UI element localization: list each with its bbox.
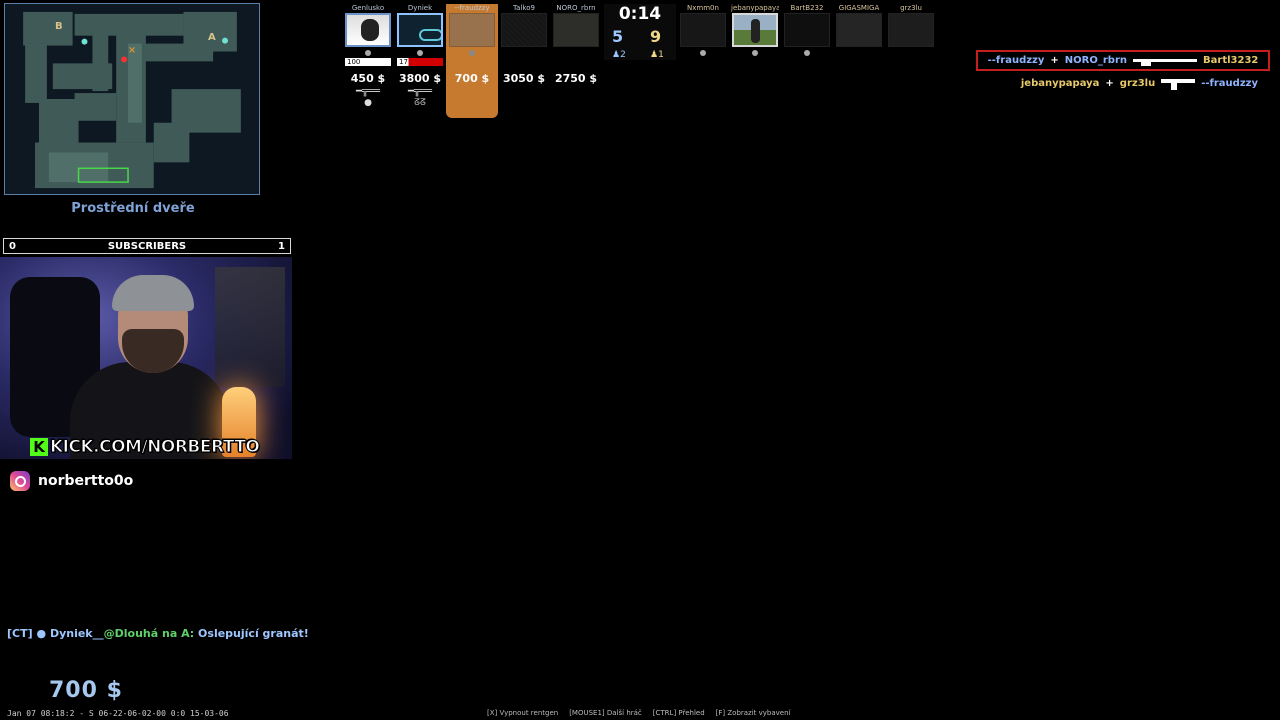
subscribers-label: SUBSCRIBERS [107, 240, 187, 252]
ct-player-slot[interactable]: Talko9 3050 $ [500, 4, 548, 85]
killfeed-plus: + [1050, 55, 1059, 66]
player-avatar [732, 13, 778, 47]
ct-player-slot[interactable]: --fraudzzy 700 $ [448, 4, 496, 85]
player-status-dot [752, 50, 758, 56]
killfeed-killer: --fraudzzy [987, 55, 1045, 66]
streamer-cap [112, 275, 194, 311]
player-name: NORO_rbrn [556, 4, 596, 12]
radar-minimap: ✕ B A [4, 3, 260, 195]
killfeed-assist: grz3lu [1119, 77, 1156, 89]
player-name: Talko9 [513, 4, 535, 12]
player-name: Nxmm0n [687, 4, 719, 12]
hint-next-player: [MOUSE1] Další hráč [569, 709, 642, 717]
chat-team-tag: [CT] [7, 627, 33, 640]
chat-message: Oslepující granát! [198, 627, 309, 640]
spectator-hints: [X] Vypnout rentgen [MOUSE1] Další hráč … [487, 709, 791, 717]
kick-banner: K KICK.COM/NORBERTTO [30, 436, 260, 458]
killfeed-victim: --fraudzzy [1201, 77, 1258, 89]
hint-show-equipment: [F] Zobrazit vybavení [715, 709, 791, 717]
round-timer: 0:14 [618, 4, 662, 24]
instagram-handle-row: norbertto0o [10, 471, 133, 491]
killfeed-entry: jebanypapaya + grz3lu --fraudzzy [1016, 74, 1270, 92]
player-name: Genlusko [351, 4, 385, 12]
killfeed-entry: --fraudzzy + NORO_rbrn Bartl3232 [976, 50, 1270, 71]
rifle-icon [1133, 56, 1198, 66]
rifle-icon: ━╦══ [355, 86, 381, 97]
player-avatar [345, 13, 391, 47]
kick-logo-icon: K [30, 438, 48, 456]
t-player-slot[interactable]: GIGASMIGA [835, 4, 883, 47]
chat-player: Dyniek__ [49, 627, 104, 640]
radar-map-graphic: ✕ [5, 4, 259, 194]
ct-score: 5 [612, 27, 624, 46]
player-money: 3050 $ [502, 72, 546, 85]
player-money: 450 $ [350, 72, 386, 85]
svg-text:✕: ✕ [128, 45, 136, 56]
t-score: 9 [650, 27, 662, 46]
player-status-dot [700, 50, 706, 56]
player-avatar [397, 13, 443, 47]
radar-location-label: Prostřední dveře [71, 201, 195, 216]
player-status-dot [469, 50, 475, 56]
player-name: Dyniek [407, 4, 433, 12]
hint-overview: [CTRL] Přehled [652, 709, 705, 717]
defuse-kit-icon: ᘔᘔ [414, 98, 426, 108]
player-name: grz3lu [900, 4, 922, 12]
killfeed-plus: + [1105, 77, 1114, 89]
t-player-slot[interactable]: Nxmm0n [679, 4, 727, 56]
rifle-icon: ━╦══ [407, 86, 433, 97]
subscribers-right-count: 1 [278, 240, 285, 252]
player-status-dot [365, 50, 371, 56]
player-avatar [501, 13, 547, 47]
player-avatar [553, 13, 599, 47]
player-avatar [680, 13, 726, 47]
ct-player-slot[interactable]: Genlusko 100 450 $ ━╦══ ● [344, 4, 392, 110]
player-status-dot [417, 50, 423, 56]
t-player-slot[interactable]: jebanypapaya [731, 4, 779, 56]
player-money: 2750 $ [554, 72, 598, 85]
instagram-icon [10, 471, 30, 491]
subscribers-bar: 0 SUBSCRIBERS 1 [3, 238, 291, 254]
player-avatar [449, 13, 495, 47]
chat-bullet: ● [36, 627, 47, 640]
player-money: 3800 $ [398, 72, 442, 85]
player-money: 700 $ [454, 72, 490, 85]
player-hp-bar: 17 [397, 58, 443, 66]
grenade-icon: ● [364, 98, 372, 108]
killfeed-victim: Bartl3232 [1203, 55, 1259, 66]
killfeed-killer: jebanypapaya [1020, 77, 1100, 89]
ct-player-slot[interactable]: NORO_rbrn 2750 $ [552, 4, 600, 85]
background-shelf [215, 267, 285, 387]
subscribers-left-count: 0 [9, 240, 16, 252]
chat-location: @Dlouhá na A: [103, 627, 195, 640]
radar-site-b-label: B [55, 21, 63, 32]
t-player-slot[interactable]: BartB232 [783, 4, 831, 56]
player-avatar [784, 13, 830, 47]
hud-money: 700 $ [49, 678, 123, 703]
hint-xray: [X] Vypnout rentgen [487, 709, 559, 717]
ct-alive-count: ♟2 [612, 50, 626, 60]
team-radio-message: [CT] ● Dyniek__@Dlouhá na A: Oslepující … [7, 627, 309, 640]
killfeed-assist: NORO_rbrn [1064, 55, 1128, 66]
player-avatar [888, 13, 934, 47]
demo-info: Jan 07 08:18:2 - S 06-22-06-02-00 0:0 15… [7, 709, 229, 718]
player-name: GIGASMIGA [838, 4, 880, 12]
t-alive-count: ♟1 [650, 50, 664, 60]
ct-player-slot[interactable]: Dyniek 17 3800 $ ━╦══ ᘔᘔ [396, 4, 444, 110]
webcam-feed [0, 257, 292, 459]
player-name: BartB232 [790, 4, 824, 12]
player-hp-bar: 100 [345, 58, 391, 66]
player-name: --fraudzzy [454, 4, 490, 12]
player-name: jebanypapaya [731, 4, 779, 12]
instagram-handle: norbertto0o [38, 473, 134, 489]
player-avatar [836, 13, 882, 47]
radar-site-a-label: A [208, 32, 216, 43]
kick-url: KICK.COM/NORBERTTO [49, 437, 260, 458]
player-status-dot [804, 50, 810, 56]
t-player-slot[interactable]: grz3lu [887, 4, 935, 47]
smg-icon [1161, 76, 1196, 90]
